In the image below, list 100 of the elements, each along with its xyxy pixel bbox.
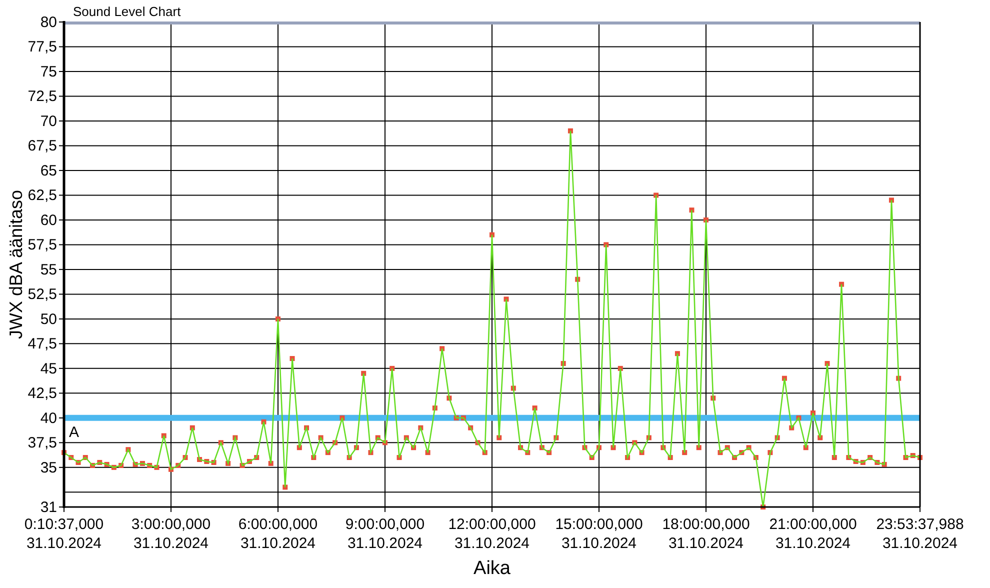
data-point [746, 445, 752, 450]
tick-label: 80 [40, 14, 57, 31]
data-point [197, 457, 202, 462]
data-point [853, 458, 858, 464]
data-point [618, 366, 623, 371]
tick-label: 45 [40, 360, 57, 378]
tick-label: 37,5 [28, 434, 57, 452]
data-point [589, 455, 594, 460]
data-point [440, 346, 445, 352]
tick-label: 62,5 [28, 187, 57, 204]
data-point [454, 415, 459, 420]
data-point [90, 462, 96, 468]
data-point [475, 440, 480, 446]
data-point [460, 415, 466, 420]
data-point [211, 460, 216, 465]
data-point [632, 440, 638, 446]
data-point [796, 415, 802, 420]
data-point [290, 356, 295, 362]
tick-label: 47,5 [28, 336, 57, 353]
data-point [546, 450, 552, 456]
data-point [111, 464, 116, 470]
tick-label: 21:00:00,000 31.10.2024 [769, 516, 857, 552]
data-point [718, 450, 723, 456]
data-point [724, 445, 730, 450]
data-point [204, 458, 210, 464]
threshold-label: A [69, 424, 80, 441]
data-point [97, 460, 102, 465]
data-point [346, 455, 352, 460]
data-point [340, 415, 345, 420]
data-point [760, 504, 766, 510]
data-point [261, 419, 266, 424]
data-point [218, 440, 224, 446]
data-point [668, 455, 673, 460]
data-point [254, 455, 260, 460]
data-point [154, 464, 160, 470]
data-point [704, 217, 708, 222]
data-point [361, 370, 366, 376]
data-point [468, 425, 474, 430]
data-point [839, 282, 844, 287]
data-point [168, 466, 174, 472]
data-point [368, 450, 374, 456]
data-point [518, 445, 524, 450]
tick-label: 18:00:00,000 31.10.2024 [662, 516, 750, 552]
data-point [660, 445, 666, 450]
data-point [354, 445, 359, 450]
tick-label: 75 [40, 64, 57, 80]
data-point [774, 435, 780, 440]
y-axis-title: JWX dBA äänitaso [6, 190, 26, 340]
data-point [596, 445, 602, 450]
tick-label: 65 [40, 162, 57, 180]
data-point [411, 445, 416, 450]
data-point [161, 433, 166, 438]
data-point [118, 462, 124, 468]
tick-label: 57,5 [28, 236, 57, 254]
data-point [396, 455, 402, 460]
data-point [504, 296, 509, 302]
data-point [318, 435, 324, 440]
data-point [689, 208, 694, 213]
chart-title: Sound Level Chart [73, 4, 181, 19]
tick-label: 60 [40, 212, 57, 229]
data-point [696, 445, 702, 450]
data-point [276, 316, 280, 322]
data-point [674, 351, 680, 356]
data-point [176, 462, 181, 468]
data-point [126, 447, 131, 452]
data-point [782, 376, 787, 381]
data-point [482, 450, 488, 456]
data-point [432, 406, 438, 411]
data-point [860, 460, 866, 465]
tick-label: 77,5 [28, 38, 57, 56]
data-point [375, 435, 380, 440]
data-point [446, 396, 452, 401]
tick-label: 72,5 [28, 88, 57, 106]
tick-label: 3:00:00,000 31.10.2024 [131, 516, 211, 552]
data-point [554, 435, 559, 440]
data-point [510, 386, 516, 391]
data-point [888, 198, 894, 203]
tick-label: 50 [40, 310, 57, 328]
data-point [140, 460, 145, 466]
data-point [147, 462, 152, 468]
data-point [539, 445, 544, 450]
data-point [646, 435, 652, 440]
tick-label: 55 [40, 261, 57, 278]
tick-label: 15:00:00,000 31.10.2024 [555, 516, 643, 552]
data-point [654, 192, 659, 198]
data-point [76, 460, 81, 465]
data-point [846, 455, 852, 460]
data-point [382, 440, 388, 446]
data-point [639, 450, 644, 456]
data-point [739, 450, 744, 456]
data-point [882, 462, 887, 467]
tick-label: 12:00:00,000 31.10.2024 [448, 516, 536, 552]
data-point [824, 360, 830, 366]
data-point [710, 396, 716, 401]
data-point [304, 425, 310, 430]
data-point [625, 455, 630, 460]
tick-label: 40 [40, 410, 57, 427]
data-point [868, 455, 873, 460]
data-point [418, 425, 424, 430]
data-point [753, 455, 758, 460]
